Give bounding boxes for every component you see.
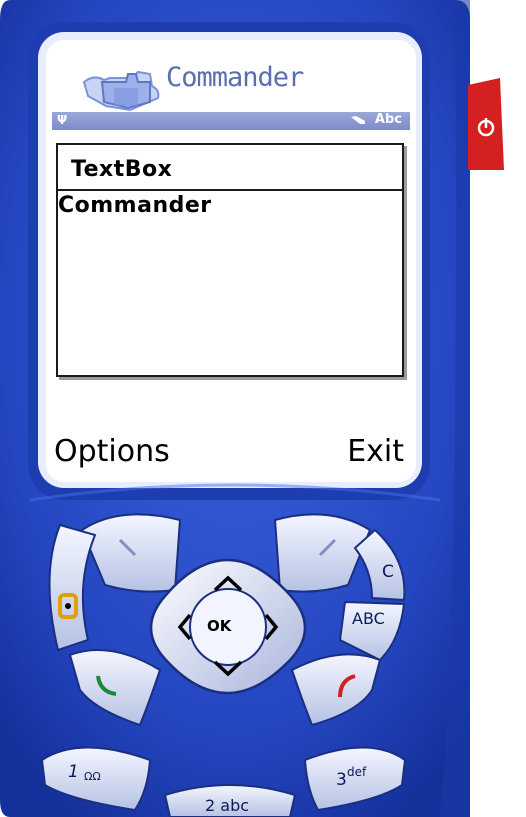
exit-softkey[interactable]: Exit — [347, 434, 404, 469]
softkey-pane: Options Exit — [52, 428, 410, 474]
key-3-sub-label: def — [347, 765, 367, 779]
pen-icon — [351, 116, 365, 124]
key-2-label: 2 abc — [205, 796, 250, 815]
abc-label: ABC — [352, 609, 385, 628]
status-pane: Ψ Abc — [52, 112, 410, 130]
ok-label: OK — [207, 617, 232, 635]
input-mode-indicator: Abc — [374, 112, 402, 127]
phone-emulator: OK C ABC 1 ΩΩ 2 abc 3 def Commander Ψ Ab… — [0, 0, 526, 817]
clear-label: C — [382, 562, 394, 582]
key-1-sub-label: ΩΩ — [84, 770, 101, 783]
options-softkey[interactable]: Options — [54, 434, 170, 469]
app-title: Commander — [166, 62, 304, 93]
key-3-label: 3 — [336, 770, 347, 790]
key-1-label: 1 — [68, 762, 79, 782]
textbox-label: TextBox — [71, 157, 173, 182]
textbox-input[interactable]: Commander — [58, 193, 212, 218]
phone-screen: Commander Ψ Abc TextBox Commander Option… — [52, 48, 410, 474]
title-pane: Commander — [52, 48, 410, 112]
textbox-form[interactable]: TextBox Commander — [56, 143, 404, 377]
puzzle-app-icon — [82, 70, 160, 112]
textbox-divider — [58, 189, 402, 191]
antenna-icon: Ψ — [57, 113, 68, 127]
